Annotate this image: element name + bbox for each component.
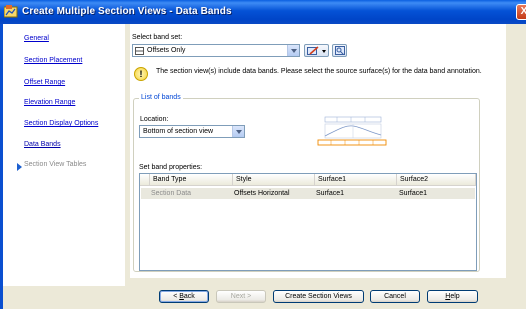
cell-style[interactable]: Offsets Horizontal	[234, 190, 290, 197]
list-of-bands-title: List of bands	[139, 94, 183, 101]
cell-surface1[interactable]: Surface1	[316, 190, 344, 197]
warning-icon: !	[134, 67, 148, 81]
location-select[interactable]: Bottom of section view	[139, 125, 245, 138]
column-header-band-type[interactable]: Band Type	[150, 174, 233, 186]
cancel-button[interactable]: Cancel	[370, 290, 420, 303]
preview-icon	[335, 46, 345, 55]
band-set-label: Select band set:	[132, 34, 183, 41]
title-bar: Create Multiple Section Views - Data Ban…	[0, 0, 526, 24]
back-button-rest: ack	[183, 293, 195, 300]
sidebar-item-general[interactable]: General	[24, 35, 49, 42]
current-step-arrow-icon	[17, 163, 22, 171]
set-band-properties-label: Set band properties:	[139, 164, 203, 171]
window-title: Create Multiple Section Views - Data Ban…	[22, 6, 232, 17]
sidebar-item-section-placement[interactable]: Section Placement	[24, 57, 82, 64]
band-set-view-button[interactable]	[332, 44, 347, 57]
sidebar-item-data-bands[interactable]: Data Bands	[24, 141, 61, 148]
column-header-style[interactable]: Style	[233, 174, 315, 186]
cell-band-type: Section Data	[151, 190, 192, 197]
help-button[interactable]: Help	[427, 290, 478, 303]
close-button[interactable]: X	[516, 4, 526, 20]
dropdown-arrow-icon	[322, 50, 326, 53]
table-corner	[140, 174, 150, 186]
band-set-select[interactable]: Offsets Only	[132, 44, 300, 57]
band-set-icon	[135, 47, 144, 55]
sidebar-item-section-view-tables: Section View Tables	[24, 161, 87, 168]
back-button[interactable]: < Back	[159, 290, 209, 303]
help-button-rest: elp	[450, 293, 460, 300]
band-set-value: Offsets Only	[147, 47, 186, 54]
info-message: The section view(s) include data bands. …	[156, 68, 482, 75]
app-icon	[4, 5, 18, 18]
column-header-surface2[interactable]: Surface2	[397, 174, 476, 186]
column-header-surface1[interactable]: Surface1	[315, 174, 397, 186]
location-value: Bottom of section view	[143, 128, 214, 135]
sidebar-item-offset-range[interactable]: Offset Range	[24, 79, 65, 86]
next-button: Next >	[216, 290, 266, 303]
band-location-preview-icon	[317, 116, 387, 146]
chevron-down-icon	[287, 45, 299, 56]
create-section-views-button[interactable]: Create Section Views	[273, 290, 364, 303]
close-icon: X	[520, 6, 526, 17]
sidebar-item-section-display-options[interactable]: Section Display Options	[24, 120, 98, 127]
edit-style-icon	[307, 46, 319, 55]
band-properties-table: Band Type Style Surface1 Surface2 Sectio…	[139, 173, 477, 271]
location-label: Location:	[140, 116, 169, 123]
dialog-window: Create Multiple Section Views - Data Ban…	[0, 0, 526, 309]
chevron-down-icon	[232, 126, 244, 137]
band-set-edit-button[interactable]	[304, 44, 329, 57]
main-panel: Select band set: Offsets Only ! The sect…	[130, 24, 506, 278]
cell-surface2[interactable]: Surface1	[399, 190, 427, 197]
sidebar-item-elevation-range[interactable]: Elevation Range	[24, 99, 75, 106]
wizard-sidebar: General Section Placement Offset Range E…	[3, 24, 125, 286]
